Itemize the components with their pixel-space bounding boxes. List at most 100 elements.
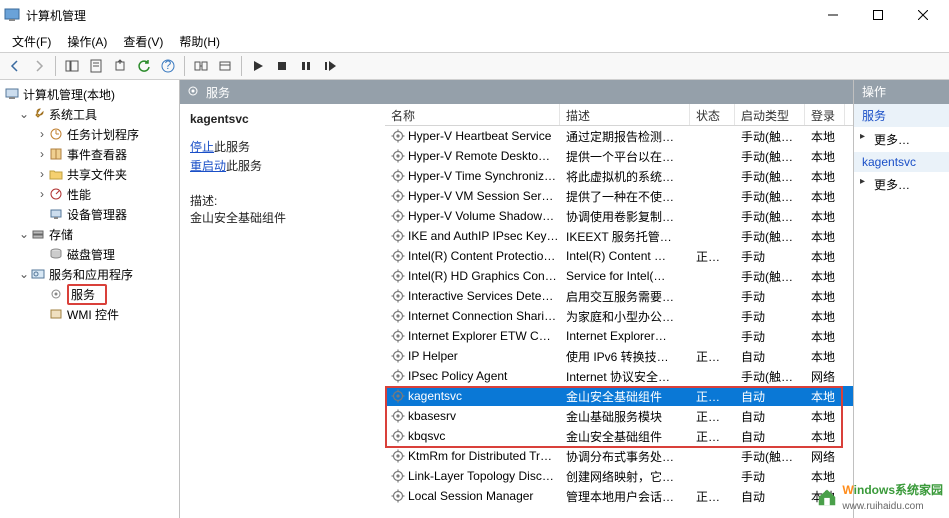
gear-icon xyxy=(391,229,405,243)
disk-icon xyxy=(48,246,64,262)
pause-service-button[interactable] xyxy=(295,55,317,77)
properties-button[interactable] xyxy=(85,55,107,77)
show-hide-tree-button[interactable] xyxy=(61,55,83,77)
forward-button[interactable] xyxy=(28,55,50,77)
restart-service-button[interactable] xyxy=(319,55,341,77)
list-rows[interactable]: Hyper-V Heartbeat Service通过定期报告检测…手动(触发…… xyxy=(385,126,853,518)
tree-shared-folders[interactable]: › 共享文件夹 xyxy=(0,164,179,184)
menu-help[interactable]: 帮助(H) xyxy=(171,31,228,52)
start-service-button[interactable] xyxy=(247,55,269,77)
service-row[interactable]: kbqsvc金山安全基础组件正在…自动本地 xyxy=(385,426,853,446)
restart-link[interactable]: 重启动 xyxy=(190,159,226,173)
tree-event-viewer[interactable]: › 事件查看器 xyxy=(0,144,179,164)
actions-section-services[interactable]: 服务 xyxy=(854,104,949,127)
cell-name: Internet Explorer ETW C… xyxy=(408,329,551,343)
refresh-button[interactable] xyxy=(133,55,155,77)
minimize-button[interactable] xyxy=(810,0,855,30)
center-header: 服务 xyxy=(180,80,853,104)
service-row[interactable]: Internet Explorer ETW C…Internet Explore… xyxy=(385,326,853,346)
service-row[interactable]: IP Helper使用 IPv6 转换技…正在…自动本地 xyxy=(385,346,853,366)
cell-logon: 本地 xyxy=(805,248,845,265)
menu-file[interactable]: 文件(F) xyxy=(4,31,59,52)
cell-desc: Intel(R) Content … xyxy=(560,249,690,263)
col-name[interactable]: 名称 xyxy=(385,104,560,125)
tree-performance[interactable]: › 性能 xyxy=(0,184,179,204)
expand-icon[interactable]: › xyxy=(36,187,48,201)
service-row[interactable]: Internet Connection Shari…为家庭和小型办公…手动本地 xyxy=(385,306,853,326)
tree-services[interactable]: 服务 xyxy=(0,284,179,304)
service-row[interactable]: kbasesrv金山基础服务模块正在…自动本地 xyxy=(385,406,853,426)
cell-logon: 本地 xyxy=(805,468,845,485)
help-button[interactable]: ? xyxy=(157,55,179,77)
collapse-icon[interactable]: ⌄ xyxy=(18,107,30,121)
cell-status: 正在… xyxy=(690,408,735,425)
service-row[interactable]: Hyper-V Remote Deskto…提供一个平台以在…手动(触发…本地 xyxy=(385,146,853,166)
cell-logon: 网络 xyxy=(805,448,845,465)
filter-button[interactable] xyxy=(214,55,236,77)
collapse-icon[interactable]: ⌄ xyxy=(18,227,30,241)
export-button[interactable] xyxy=(109,55,131,77)
collapse-icon[interactable]: ⌄ xyxy=(18,267,30,281)
list-header: 名称 描述 状态 启动类型 登录 xyxy=(385,104,853,126)
gear-icon xyxy=(391,489,405,503)
expand-icon[interactable]: › xyxy=(36,127,48,141)
maximize-button[interactable] xyxy=(855,0,900,30)
gear-icon xyxy=(391,309,405,323)
toolbar-separator xyxy=(241,56,242,76)
tree-services-apps[interactable]: ⌄ 服务和应用程序 xyxy=(0,264,179,284)
service-row[interactable]: Intel(R) Content Protectio…Intel(R) Cont… xyxy=(385,246,853,266)
actions-more-1[interactable]: 更多… xyxy=(854,127,949,152)
service-row[interactable]: IKE and AuthIP IPsec Key…IKEEXT 服务托管…手动(… xyxy=(385,226,853,246)
service-row[interactable]: Intel(R) HD Graphics Con…Service for Int… xyxy=(385,266,853,286)
service-row[interactable]: Interactive Services Dete…启用交互服务需要…手动本地 xyxy=(385,286,853,306)
col-status[interactable]: 状态 xyxy=(690,104,735,125)
service-row[interactable]: IPsec Policy AgentInternet 协议安全…手动(触发…网络 xyxy=(385,366,853,386)
actions-more-2[interactable]: 更多… xyxy=(854,172,949,197)
service-row[interactable]: Local Session Manager管理本地用户会话…正在…自动本地 xyxy=(385,486,853,506)
connect-button[interactable] xyxy=(190,55,212,77)
gear-icon xyxy=(391,389,405,403)
actions-section-selected[interactable]: kagentsvc xyxy=(854,152,949,172)
service-row[interactable]: Hyper-V VM Session Ser…提供了一种在不使…手动(触发…本地 xyxy=(385,186,853,206)
menubar: 文件(F) 操作(A) 查看(V) 帮助(H) xyxy=(0,30,949,52)
col-logon[interactable]: 登录 xyxy=(805,104,845,125)
gear-icon xyxy=(391,209,405,223)
service-row[interactable]: kagentsvc金山安全基础组件正在…自动本地 xyxy=(385,386,853,406)
cell-logon: 本地 xyxy=(805,488,845,505)
cell-name: kbasesrv xyxy=(408,409,456,423)
detail-column: kagentsvc 停止此服务 重启动此服务 描述: 金山安全基础组件 xyxy=(180,104,385,518)
gear-icon xyxy=(391,449,405,463)
cell-status: 正在… xyxy=(690,348,735,365)
service-row[interactable]: Link-Layer Topology Disc…创建网络映射，它…手动本地 xyxy=(385,466,853,486)
tree-disk-mgmt[interactable]: 磁盘管理 xyxy=(0,244,179,264)
close-button[interactable] xyxy=(900,0,945,30)
back-button[interactable] xyxy=(4,55,26,77)
tree-storage[interactable]: ⌄ 存储 xyxy=(0,224,179,244)
service-row[interactable]: Hyper-V Heartbeat Service通过定期报告检测…手动(触发…… xyxy=(385,126,853,146)
cell-name: IPsec Policy Agent xyxy=(408,369,507,383)
menu-action[interactable]: 操作(A) xyxy=(59,31,115,52)
stop-link[interactable]: 停止 xyxy=(190,140,214,154)
col-start[interactable]: 启动类型 xyxy=(735,104,805,125)
menu-view[interactable]: 查看(V) xyxy=(115,31,171,52)
cell-logon: 本地 xyxy=(805,388,845,405)
expand-icon[interactable]: › xyxy=(36,167,48,181)
cell-desc: 协调使用卷影复制… xyxy=(560,208,690,225)
col-desc[interactable]: 描述 xyxy=(560,104,690,125)
tree-device-manager[interactable]: 设备管理器 xyxy=(0,204,179,224)
selected-service-name: kagentsvc xyxy=(190,112,375,126)
gear-icon xyxy=(391,429,405,443)
service-row[interactable]: Hyper-V Time Synchroniz…将此虚拟机的系统…手动(触发…本… xyxy=(385,166,853,186)
expand-icon[interactable]: › xyxy=(36,147,48,161)
tree-system-tools[interactable]: ⌄ 系统工具 xyxy=(0,104,179,124)
tree-task-scheduler[interactable]: › 任务计划程序 xyxy=(0,124,179,144)
service-row[interactable]: KtmRm for Distributed Tr…协调分布式事务处…手动(触发…… xyxy=(385,446,853,466)
gear-icon xyxy=(391,329,405,343)
cell-start: 手动(触发… xyxy=(735,168,805,185)
service-row[interactable]: Hyper-V Volume Shadow…协调使用卷影复制…手动(触发…本地 xyxy=(385,206,853,226)
stop-service-button[interactable] xyxy=(271,55,293,77)
cell-logon: 本地 xyxy=(805,348,845,365)
tree-root[interactable]: 计算机管理(本地) xyxy=(0,84,179,104)
storage-icon xyxy=(30,226,46,242)
tree-wmi[interactable]: WMI 控件 xyxy=(0,304,179,324)
